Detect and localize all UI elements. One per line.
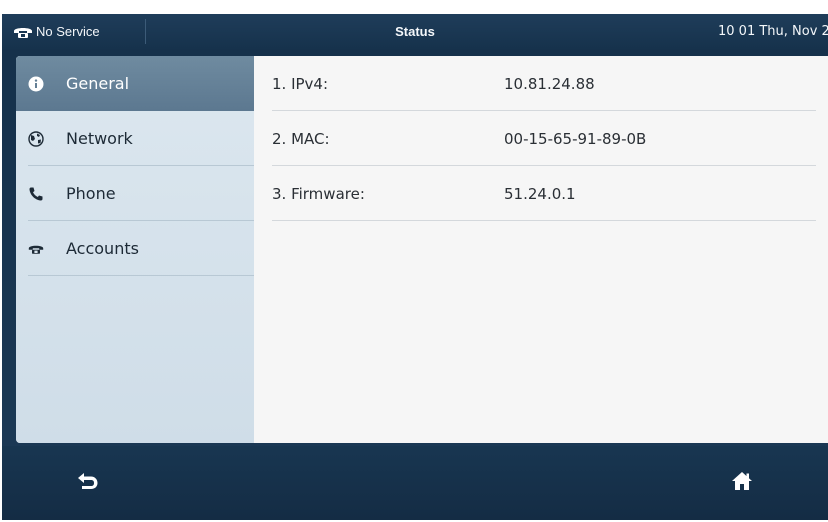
globe-icon [28,130,44,147]
ipv4-label: 1. IPv4: [272,74,329,93]
phone-screen-frame: No Service Status 10 01 Thu, Nov 2: Gene… [0,0,828,522]
handset-icon [28,186,44,202]
date-time: 10 01 Thu, Nov 2: [718,24,828,39]
page-title: Status [395,24,435,39]
status-separator [145,19,146,44]
line-status-text: No Service [36,24,100,39]
phone-screen: No Service Status 10 01 Thu, Nov 2: Gene… [2,14,828,520]
list-item: 1. IPv4: 10.81.24.88 [272,56,816,111]
mac-value: 00-15-65-91-89-0B [504,129,647,148]
mac-label: 2. MAC: [272,129,330,148]
sidebar-item-general[interactable]: General [16,56,254,111]
line-status: No Service [13,14,100,49]
sidebar-item-label: Accounts [66,239,139,258]
sidebar-item-label: Network [66,129,133,148]
content-panel: General Network Phone Accounts 1. IPv4: … [16,56,828,443]
sidebar-item-network[interactable]: Network [16,111,254,166]
firmware-label: 3. Firmware: [272,184,365,203]
info-icon [28,76,44,92]
desk-phone-icon [13,25,33,39]
back-button[interactable] [68,466,108,500]
home-button[interactable] [722,466,762,500]
back-arrow-icon [77,471,99,495]
status-details: 1. IPv4: 10.81.24.88 2. MAC: 00-15-65-91… [254,56,828,443]
home-icon [731,471,753,495]
sidebar-item-phone[interactable]: Phone [16,166,254,221]
row-divider [272,220,816,221]
sidebar-item-label: General [66,74,130,93]
sidebar-item-accounts[interactable]: Accounts [16,221,254,276]
ipv4-value: 10.81.24.88 [504,74,595,93]
sidebar: General Network Phone Accounts [16,56,254,443]
softkey-bar [2,446,828,520]
list-item: 3. Firmware: 51.24.0.1 [272,166,816,221]
firmware-value: 51.24.0.1 [504,184,576,203]
list-item: 2. MAC: 00-15-65-91-89-0B [272,111,816,166]
status-bar: No Service Status 10 01 Thu, Nov 2: [2,14,828,49]
divider [28,275,254,276]
sidebar-item-label: Phone [66,184,116,203]
desk-phone-icon [28,241,44,257]
